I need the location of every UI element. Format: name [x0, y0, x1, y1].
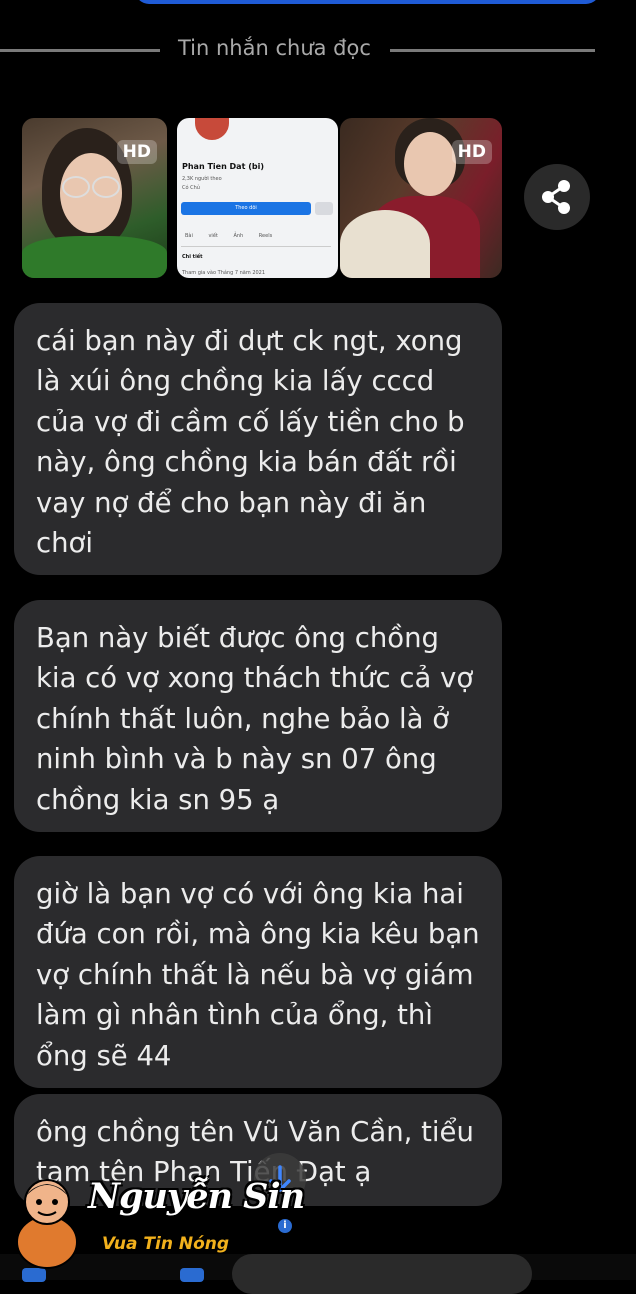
watermark-name: Nguyễn Sin — [88, 1176, 305, 1217]
top-accent-bar — [135, 0, 600, 4]
message-input[interactable] — [232, 1254, 532, 1294]
share-button[interactable] — [524, 164, 590, 230]
message-bubble[interactable]: giờ là bạn vợ có với ông kia hai đứa con… — [14, 856, 502, 1088]
profile-avatar — [195, 118, 229, 140]
profile-tag: Có Chủ — [182, 185, 200, 191]
divider-line-left — [0, 49, 160, 52]
photo-attachment-2[interactable]: Phan Tien Dat (bi) 2,3K người theo Có Ch… — [177, 118, 338, 278]
profile-separator — [181, 246, 331, 247]
unread-divider-label: Tin nhắn chưa đọc — [178, 36, 371, 60]
photo-fan — [340, 210, 430, 278]
message-bubble[interactable]: cái bạn này đi dựt ck ngt, xong là xúi ô… — [14, 303, 502, 575]
divider-line-right — [390, 49, 595, 52]
photo-shirt — [22, 236, 167, 278]
photo-attachment-3[interactable]: HD — [340, 118, 502, 278]
unread-divider: Tin nhắn chưa đọc — [0, 30, 636, 70]
profile-name: Phan Tien Dat (bi) — [182, 162, 264, 171]
more-button — [315, 202, 333, 215]
photo-glasses-left — [62, 176, 90, 198]
photo-face — [404, 132, 456, 196]
hd-badge: HD — [116, 140, 157, 164]
info-icon[interactable]: i — [278, 1219, 292, 1233]
profile-joined: Tham gia vào Tháng 7 năm 2021 — [182, 270, 266, 276]
profile-details-heading: Chi tiết — [182, 254, 203, 260]
watermark-mascot — [16, 1179, 78, 1269]
photo-glasses-right — [92, 176, 120, 198]
profile-tabs: Bài viết Ảnh Reels — [185, 233, 273, 239]
profile-followers: 2,3K người theo — [182, 176, 222, 182]
follow-button: Theo dõi — [181, 202, 311, 215]
message-bubble[interactable]: Bạn này biết được ông chồng kia có vợ xo… — [14, 600, 502, 832]
share-icon — [542, 180, 570, 214]
watermark-slogan: Vua Tin Nóng — [102, 1234, 230, 1254]
photo-attachment-1[interactable]: HD — [22, 118, 167, 278]
hd-badge: HD — [451, 140, 492, 164]
